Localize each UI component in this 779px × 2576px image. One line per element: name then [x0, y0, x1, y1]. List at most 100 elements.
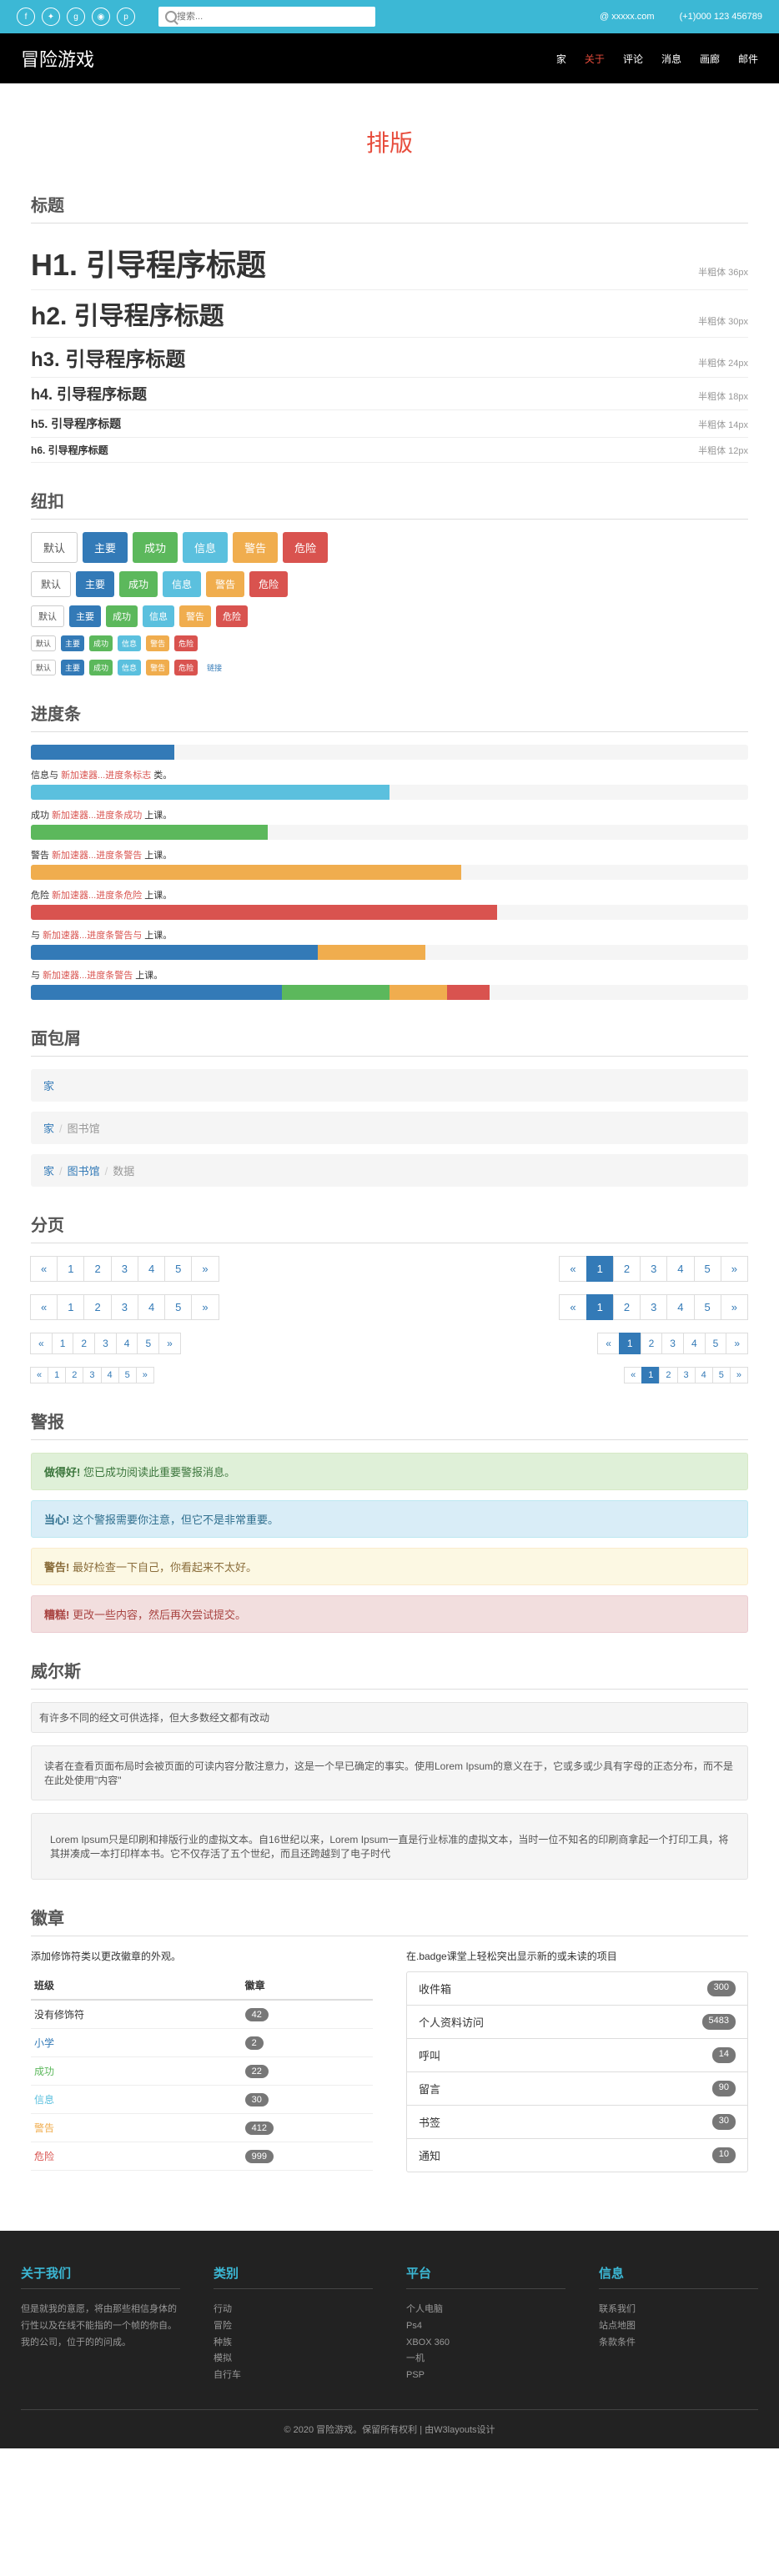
footer-link[interactable]: 联系我们	[599, 2302, 758, 2318]
page-link[interactable]: »	[191, 1256, 219, 1282]
nav-link[interactable]: 关于	[585, 52, 605, 66]
nav-link[interactable]: 邮件	[738, 52, 758, 66]
btn-warning[interactable]: 警告	[179, 605, 211, 627]
footer-link[interactable]: 冒险	[214, 2318, 373, 2335]
btn-link[interactable]: 链接	[203, 660, 226, 675]
btn-info[interactable]: 信息	[163, 571, 201, 597]
page-link[interactable]: 5	[118, 1367, 137, 1383]
page-link[interactable]: 4	[666, 1256, 694, 1282]
footer-link[interactable]: 条款条件	[599, 2335, 758, 2352]
btn-danger[interactable]: 危险	[283, 532, 328, 563]
progress-link[interactable]: 新加速器...进度条标志	[61, 771, 151, 781]
btn-default[interactable]: 默认	[31, 571, 71, 597]
btn-info[interactable]: 信息	[183, 532, 228, 563]
page-link[interactable]: 4	[138, 1256, 165, 1282]
page-link[interactable]: 2	[83, 1256, 111, 1282]
footer-link[interactable]: Ps4	[406, 2318, 565, 2335]
page-link[interactable]: «	[30, 1294, 58, 1320]
btn-primary[interactable]: 主要	[69, 605, 101, 627]
btn-primary[interactable]: 主要	[83, 532, 128, 563]
behance-icon[interactable]: ◉	[92, 8, 110, 26]
page-link[interactable]: 2	[641, 1333, 663, 1354]
page-link[interactable]: 4	[695, 1367, 713, 1383]
page-link[interactable]: 5	[164, 1294, 192, 1320]
page-link[interactable]: 3	[661, 1333, 684, 1354]
btn-success[interactable]: 成功	[133, 532, 178, 563]
page-link[interactable]: «	[624, 1367, 642, 1383]
page-link[interactable]: 2	[613, 1294, 641, 1320]
twitter-icon[interactable]: ✦	[42, 8, 60, 26]
btn-primary[interactable]: 主要	[61, 660, 84, 675]
page-link[interactable]: 3	[111, 1256, 138, 1282]
page-link[interactable]: 1	[586, 1256, 614, 1282]
btn-danger[interactable]: 危险	[249, 571, 288, 597]
page-link[interactable]: 2	[613, 1256, 641, 1282]
page-link[interactable]: «	[30, 1256, 58, 1282]
page-link[interactable]: 3	[640, 1256, 667, 1282]
page-link[interactable]: «	[559, 1256, 586, 1282]
btn-default[interactable]: 默认	[31, 532, 78, 563]
footer-link[interactable]: 种族	[214, 2335, 373, 2352]
page-link[interactable]: 1	[586, 1294, 614, 1320]
footer-link[interactable]: 站点地图	[599, 2318, 758, 2335]
page-link[interactable]: 5	[694, 1294, 721, 1320]
footer-link[interactable]: 模拟	[214, 2351, 373, 2368]
btn-success[interactable]: 成功	[89, 660, 113, 675]
page-link[interactable]: 3	[677, 1367, 696, 1383]
page-link[interactable]: »	[721, 1256, 748, 1282]
page-link[interactable]: »	[730, 1367, 748, 1383]
btn-info[interactable]: 信息	[143, 605, 174, 627]
page-link[interactable]: 1	[57, 1294, 84, 1320]
page-link[interactable]: 2	[83, 1294, 111, 1320]
list-item[interactable]: 留言90	[407, 2072, 747, 2106]
page-link[interactable]: 2	[73, 1333, 95, 1354]
page-link[interactable]: «	[30, 1367, 48, 1383]
facebook-icon[interactable]: f	[17, 8, 35, 26]
page-link[interactable]: »	[726, 1333, 748, 1354]
btn-success[interactable]: 成功	[106, 605, 138, 627]
page-link[interactable]: 1	[619, 1333, 641, 1354]
list-item[interactable]: 呼叫14	[407, 2039, 747, 2072]
page-link[interactable]: 3	[94, 1333, 117, 1354]
nav-link[interactable]: 消息	[661, 52, 681, 66]
page-link[interactable]: 5	[694, 1256, 721, 1282]
btn-info[interactable]: 信息	[118, 635, 141, 651]
page-link[interactable]: 4	[116, 1333, 138, 1354]
progress-link[interactable]: 新加速器...进度条成功	[52, 811, 142, 821]
page-link[interactable]: »	[721, 1294, 748, 1320]
crumb-home[interactable]: 家	[43, 1122, 54, 1135]
nav-link[interactable]: 家	[556, 52, 566, 66]
page-link[interactable]: 5	[137, 1333, 159, 1354]
page-link[interactable]: «	[559, 1294, 586, 1320]
btn-primary[interactable]: 主要	[61, 635, 84, 651]
btn-info[interactable]: 信息	[118, 660, 141, 675]
brand[interactable]: 冒险游戏	[21, 45, 94, 72]
btn-warning[interactable]: 警告	[206, 571, 244, 597]
pinterest-icon[interactable]: p	[117, 8, 135, 26]
nav-link[interactable]: 评论	[623, 52, 643, 66]
page-link[interactable]: 1	[52, 1333, 74, 1354]
crumb-home[interactable]: 家	[43, 1080, 54, 1092]
page-link[interactable]: »	[191, 1294, 219, 1320]
btn-success[interactable]: 成功	[89, 635, 113, 651]
progress-link[interactable]: 新加速器...进度条警告与	[43, 931, 142, 941]
page-link[interactable]: 1	[57, 1256, 84, 1282]
progress-link[interactable]: 新加速器...进度条警告	[43, 971, 133, 981]
page-link[interactable]: 2	[659, 1367, 677, 1383]
footer-link[interactable]: 自行车	[214, 2368, 373, 2384]
page-link[interactable]: 1	[48, 1367, 66, 1383]
page-link[interactable]: 2	[65, 1367, 83, 1383]
page-link[interactable]: «	[30, 1333, 53, 1354]
page-link[interactable]: 3	[83, 1367, 101, 1383]
page-link[interactable]: 4	[683, 1333, 706, 1354]
btn-default[interactable]: 默认	[31, 605, 64, 627]
btn-warning[interactable]: 警告	[146, 660, 169, 675]
page-link[interactable]: »	[158, 1333, 181, 1354]
crumb-lib[interactable]: 图书馆	[68, 1165, 100, 1178]
btn-warning[interactable]: 警告	[233, 532, 278, 563]
footer-link[interactable]: 行动	[214, 2302, 373, 2318]
page-link[interactable]: 5	[164, 1256, 192, 1282]
page-link[interactable]: 5	[705, 1333, 727, 1354]
page-link[interactable]: 1	[641, 1367, 660, 1383]
footer-link[interactable]: 个人电脑	[406, 2302, 565, 2318]
